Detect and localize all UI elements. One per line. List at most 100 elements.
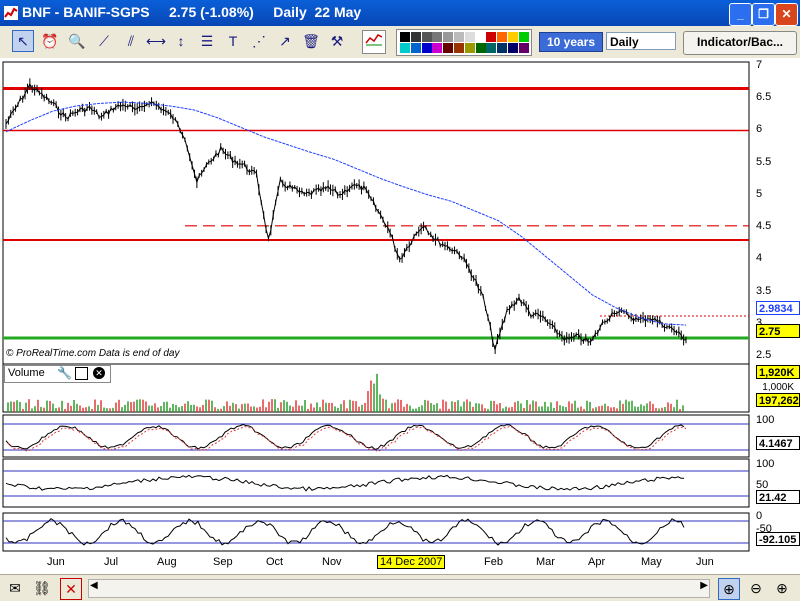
ind3-tick-top: 0 <box>756 510 763 522</box>
x-month-label: Nov <box>322 556 342 568</box>
alarm-icon[interactable]: ⏰ <box>39 30 61 52</box>
y-tick-label: 3.5 <box>756 284 772 297</box>
zoom-icon[interactable]: 🔍 <box>66 30 88 52</box>
volume-header: Volume 🔧 ✕ <box>4 365 111 383</box>
color-swatch[interactable] <box>410 43 421 53</box>
window-title: BNF - BANIF-SGPS 2.75 (-1.08%) Daily 22 … <box>22 4 362 20</box>
color-swatch[interactable] <box>486 43 497 53</box>
vertical-line-icon[interactable]: ↕ <box>170 30 192 52</box>
x-month-label: Jun <box>47 556 65 568</box>
price-series-line <box>5 82 687 352</box>
chart-area[interactable]: 7 6.5 6 5.5 5 4.5 4 3.5 3 2.5 © ProRealTime.com D… <box>0 58 800 574</box>
restore-button[interactable]: ❐ <box>752 3 775 26</box>
color-swatch[interactable] <box>475 43 486 53</box>
y-tick-label: 5 <box>756 187 763 200</box>
horizontal-line-icon[interactable]: ⟷ <box>145 30 167 52</box>
color-swatch[interactable] <box>518 43 529 53</box>
indicator-button[interactable]: Indicator/Bac... <box>683 31 797 55</box>
volume-mid-label: 1,000K <box>762 382 794 393</box>
color-swatch[interactable] <box>464 43 475 53</box>
channel-icon[interactable]: ⫽ <box>120 30 142 52</box>
color-swatch[interactable] <box>410 32 421 42</box>
color-swatch[interactable] <box>508 32 518 42</box>
wrench-icon[interactable]: 🔧 <box>57 366 72 380</box>
frequency-select[interactable]: Daily <box>606 32 676 50</box>
x-month-label: May <box>641 556 662 568</box>
color-swatch[interactable] <box>400 43 410 53</box>
x-month-label: Sep <box>213 556 233 568</box>
ind1-line <box>5 424 685 450</box>
y-tick-label: 2.5 <box>756 349 772 361</box>
y-tick-label: 6.5 <box>756 91 772 104</box>
y-tick-label: 4.5 <box>756 220 772 233</box>
pointer-icon[interactable]: ↖ <box>12 30 34 52</box>
trash-icon[interactable]: 🗑 <box>300 30 322 52</box>
volume-label: Volume <box>8 367 45 379</box>
app-icon <box>4 6 18 20</box>
horizontal-scrollbar[interactable]: ◀ ▶ <box>88 579 710 598</box>
y-tick-label: 7 <box>756 59 763 71</box>
ind1-tick: 100 <box>756 414 775 426</box>
close-panel-icon[interactable]: ✕ <box>93 367 105 379</box>
x-month-label: Apr <box>588 556 606 568</box>
ind2-value-label: 21.42 <box>756 490 800 504</box>
color-swatch[interactable] <box>454 43 464 53</box>
fibonacci-icon[interactable]: ☰ <box>196 30 218 52</box>
no-link-icon[interactable]: ✕ <box>60 578 82 600</box>
moving-average-line <box>5 101 687 326</box>
volume-panel-frame <box>2 363 750 413</box>
period-button[interactable]: 10 years <box>539 32 603 52</box>
zoom-select-icon[interactable]: ⊕ <box>718 578 740 600</box>
link-icon[interactable]: ⛓ <box>32 578 52 598</box>
chart-style-icon[interactable] <box>362 30 386 54</box>
color-swatch[interactable] <box>443 32 454 42</box>
volume-bottom-label: 197,262 <box>756 393 800 407</box>
x-month-label: Mar <box>536 556 555 568</box>
scroll-right-icon[interactable]: ▶ <box>700 580 708 591</box>
zoom-in-icon[interactable]: ⊕ <box>772 578 792 598</box>
x-month-label: Jul <box>104 556 119 568</box>
scroll-left-icon[interactable]: ◀ <box>90 580 98 591</box>
cursor-date-label: 14 Dec 2007 <box>377 555 446 569</box>
ind3-line <box>5 517 685 546</box>
title-bar: BNF - BANIF-SGPS 2.75 (-1.08%) Daily 22 … <box>0 0 800 26</box>
color-swatch[interactable] <box>400 32 410 42</box>
minimize-button[interactable]: _ <box>729 3 752 26</box>
mail-icon[interactable]: ✉ <box>5 578 25 598</box>
color-swatch[interactable] <box>432 32 443 42</box>
copyright-text: © ProRealTime.com Data is end of day <box>6 348 180 359</box>
zoom-out-icon[interactable]: ⊖ <box>746 578 766 598</box>
price-value-label: 2.75 <box>756 324 800 338</box>
window-icon[interactable] <box>75 367 88 380</box>
color-swatch[interactable] <box>497 43 508 53</box>
fan-icon[interactable]: ⋰ <box>248 30 270 52</box>
properties-icon[interactable]: ⚒ <box>326 30 348 52</box>
color-swatch[interactable] <box>432 43 443 53</box>
ind1-value-label: 4.1467 <box>756 436 800 450</box>
ma-value-label: 2.9834 <box>756 301 800 315</box>
color-swatch[interactable] <box>497 32 508 42</box>
color-swatch[interactable] <box>486 32 497 42</box>
y-tick-label: 5.5 <box>756 155 772 168</box>
chart-svg[interactable] <box>0 58 800 574</box>
arrow-icon[interactable]: ↗ <box>274 30 296 52</box>
x-month-label: Feb <box>484 556 503 568</box>
x-month-label: Oct <box>266 556 284 568</box>
close-button[interactable]: ✕ <box>775 3 798 26</box>
text-icon[interactable]: T <box>222 30 244 52</box>
status-bar: ✉ ⛓ ✕ ◀ ▶ ⊕ ⊖ ⊕ <box>0 574 800 601</box>
color-swatch[interactable] <box>464 32 475 42</box>
x-month-label: Aug <box>157 556 177 568</box>
color-swatch[interactable] <box>475 32 486 42</box>
trendline-icon[interactable]: ⟋ <box>93 30 115 52</box>
ind2-tick-top: 100 <box>756 458 775 470</box>
color-swatch[interactable] <box>443 43 454 53</box>
color-swatch[interactable] <box>518 32 529 42</box>
color-swatch[interactable] <box>454 32 464 42</box>
y-tick-label: 4 <box>756 252 763 265</box>
color-swatch[interactable] <box>421 43 432 53</box>
color-swatch[interactable] <box>421 32 432 42</box>
volume-top-label: 1,920K <box>756 365 800 379</box>
color-palette[interactable] <box>396 29 532 56</box>
color-swatch[interactable] <box>508 43 518 53</box>
